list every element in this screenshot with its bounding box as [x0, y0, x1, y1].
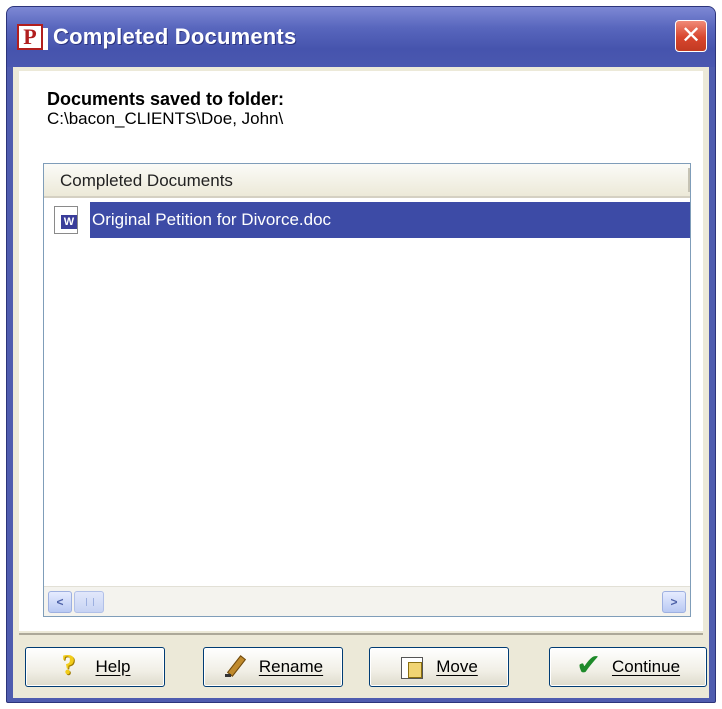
move-icon — [400, 654, 424, 680]
help-button-label: Help — [95, 657, 131, 676]
horizontal-scrollbar[interactable]: < > — [44, 586, 690, 616]
scrollbar-thumb[interactable] — [74, 591, 104, 613]
list-item-label[interactable]: Original Petition for Divorce.doc — [90, 202, 690, 238]
chevron-right-icon: > — [670, 595, 678, 609]
close-icon: ✕ — [680, 22, 702, 49]
content-panel: Documents saved to folder: C:\bacon_CLIE… — [19, 71, 703, 631]
scroll-left-button[interactable]: < — [48, 591, 72, 613]
folder-path: C:\bacon_CLIENTS\Doe, John\ — [47, 109, 284, 128]
continue-button-label: Continue — [611, 657, 681, 676]
footer-divider — [19, 633, 703, 635]
pencil-icon — [223, 654, 247, 680]
dialog-window: P Completed Documents ✕ Documents saved … — [6, 6, 716, 703]
column-header-completed-documents[interactable]: Completed Documents — [44, 164, 690, 198]
help-icon: ? — [61, 650, 76, 681]
move-button[interactable]: Move — [369, 647, 509, 687]
column-header-label: Completed Documents — [60, 171, 233, 190]
help-button[interactable]: ? Help — [25, 647, 165, 687]
app-icon: P — [17, 24, 48, 50]
app-icon-stripe — [43, 28, 48, 50]
chevron-left-icon: < — [56, 595, 64, 609]
window-title: Completed Documents — [53, 24, 297, 49]
word-document-badge: W — [61, 215, 77, 229]
scroll-right-button[interactable]: > — [662, 591, 686, 613]
list-item[interactable]: W Original Petition for Divorce.doc — [50, 202, 690, 238]
move-button-label: Move — [436, 657, 478, 676]
continue-button[interactable]: ✔ Continue — [549, 647, 707, 687]
close-button[interactable]: ✕ — [675, 20, 707, 52]
app-icon-letter: P — [23, 24, 37, 49]
folder-heading: Documents saved to folder: — [47, 89, 285, 109]
documents-list[interactable]: Completed Documents W Original Petition … — [43, 163, 691, 617]
column-divider[interactable] — [688, 168, 690, 192]
rename-button[interactable]: Rename — [203, 647, 343, 687]
word-document-icon: W — [54, 206, 78, 234]
checkmark-icon: ✔ — [575, 649, 602, 682]
rename-button-label: Rename — [258, 657, 324, 676]
title-bar[interactable]: P Completed Documents ✕ — [7, 7, 715, 67]
dialog-body: Documents saved to folder: C:\bacon_CLIE… — [13, 67, 709, 698]
